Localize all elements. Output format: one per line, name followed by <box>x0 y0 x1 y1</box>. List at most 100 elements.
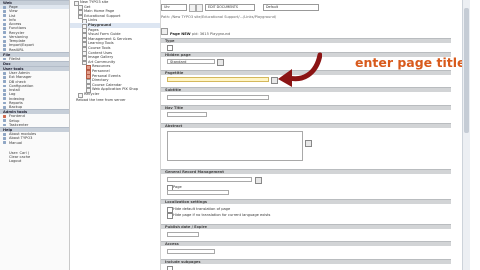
tree-node-label: Management & Services <box>88 36 132 41</box>
hide-no-translation-checkbox[interactable] <box>167 213 173 219</box>
save-icon[interactable] <box>189 4 196 12</box>
module-icon <box>3 18 6 22</box>
breadcrumb: Path: /New TYPO3 site/Educational Suppor… <box>161 15 277 19</box>
nav-item-label: Filelist <box>9 56 21 61</box>
close-icon[interactable] <box>196 4 203 12</box>
module-icon <box>3 39 6 43</box>
tree-node-label: Web Application PIX Shop <box>92 87 139 92</box>
module-icon <box>3 5 6 9</box>
include-subpages-checkbox[interactable] <box>167 266 173 270</box>
module-icon <box>3 22 6 26</box>
nav-item-label: Backup <box>9 105 23 109</box>
page-title: Page NEW pid: 3615 Playground <box>161 28 230 36</box>
hide-no-translation-label: Hide page if no translation for current … <box>173 213 271 217</box>
page-icon[interactable] <box>78 92 84 98</box>
page-icon <box>161 28 168 35</box>
page-title-prefix: Page NEW <box>170 32 191 36</box>
type-wizard-icon[interactable] <box>217 59 224 66</box>
nav-item[interactable]: RealURL <box>0 48 69 52</box>
vertical-scrollbar[interactable] <box>462 0 470 270</box>
nav-item[interactable]: Taskcenter <box>0 123 69 127</box>
tree-node-label: Playground <box>88 22 112 27</box>
subtitle-input[interactable] <box>167 95 269 100</box>
module-icon <box>3 71 6 75</box>
tree-node-label: Educational Support <box>84 13 121 18</box>
module-icon <box>3 35 6 39</box>
abstract-wizard-icon[interactable] <box>305 140 312 147</box>
general-wizard-icon[interactable] <box>255 177 262 184</box>
tree-node-label: Course Calendar <box>92 82 122 87</box>
page-select-value: Uhr <box>164 5 170 9</box>
annotation-arrow-icon <box>278 52 322 87</box>
module-icon <box>3 76 6 79</box>
tree-node-label: Visual Form Guide <box>88 32 121 37</box>
module-icon <box>3 137 6 140</box>
tree-node-label: Content Uses <box>88 50 113 55</box>
hide-default-label: Hide default translation of page <box>173 207 231 211</box>
tree-node[interactable]: Recycler <box>70 92 160 98</box>
tree-node-label: Learning Tools <box>88 41 114 46</box>
module-icon <box>3 101 6 105</box>
module-icon <box>3 97 6 101</box>
tree-node-label: Pages <box>88 27 99 32</box>
nav-item-label: RealURL <box>9 47 24 52</box>
tree-node-label: Resources <box>92 64 111 69</box>
mode-select-value: EDIT DOCUMENTS <box>208 5 239 9</box>
type-select-value: Standard <box>170 60 187 64</box>
section-access: Access <box>161 241 451 246</box>
module-icon <box>3 48 6 52</box>
publish-date-input[interactable] <box>167 232 199 237</box>
page-tree: New TYPO3 site Get Main Home Page Education… <box>70 0 161 270</box>
tree-node-label: Course Tools <box>88 45 111 50</box>
section-general: General Record Management <box>161 169 451 174</box>
module-icon <box>3 105 6 109</box>
tree-node-label: Directory <box>92 78 109 83</box>
nav-item-label: Taskcenter <box>9 122 29 127</box>
page-title-rest: pid: 3615 Playground <box>191 32 231 36</box>
module-icon <box>3 27 6 30</box>
module-icon <box>3 141 6 145</box>
type-select[interactable]: Standard <box>167 59 215 64</box>
module-icon <box>3 132 6 136</box>
nav-item-label: Manual <box>9 140 23 145</box>
section-navtitle: Nav Title <box>161 105 451 110</box>
module-menu: Web Page View List Info Access Functions Recycl… <box>0 0 70 270</box>
page-select[interactable]: Uhr <box>161 4 187 11</box>
nav-item[interactable]: Filelist <box>0 57 69 61</box>
module-icon <box>3 123 6 127</box>
nav-item[interactable]: Manual <box>0 141 69 145</box>
tree-node-label: Personnel <box>92 68 110 73</box>
page-checkbox-label: Page <box>173 185 182 189</box>
pagetitle-input[interactable] <box>167 77 269 82</box>
module-icon <box>3 80 6 84</box>
tree-node-label: New TYPO3 site <box>80 0 109 4</box>
module-icon <box>3 115 6 118</box>
navtitle-input[interactable] <box>167 112 207 117</box>
mode-select[interactable]: EDIT DOCUMENTS <box>205 4 255 11</box>
type-icon <box>167 45 173 51</box>
module-icon <box>3 88 6 92</box>
hide-default-checkbox[interactable] <box>167 207 173 213</box>
nav-footer-item[interactable]: Logout <box>0 159 69 163</box>
general-input-2[interactable] <box>167 190 229 195</box>
reload-tree-link[interactable]: Reload the tree from server <box>70 98 160 103</box>
access-select[interactable] <box>167 249 215 254</box>
annotation-text: enter page title <box>355 55 466 70</box>
docheader-toolbar: Uhr EDIT DOCUMENTS Default <box>161 4 451 12</box>
nav-item[interactable]: Backup <box>0 105 69 109</box>
tree-node-label: Get <box>84 4 91 9</box>
module-icon <box>3 14 6 18</box>
scrollbar-thumb[interactable] <box>464 8 469 133</box>
module-icon <box>3 10 6 13</box>
abstract-textarea[interactable] <box>167 131 303 161</box>
tree-node-label: Image Gallery <box>88 55 114 60</box>
language-select[interactable]: Default <box>263 4 319 11</box>
language-select-value: Default <box>266 5 279 9</box>
general-select[interactable] <box>167 177 252 182</box>
section-type: Type <box>161 38 451 43</box>
module-icon <box>3 119 6 123</box>
module-icon <box>3 84 6 88</box>
tree-node-label: Links <box>88 18 98 23</box>
module-icon <box>3 31 6 35</box>
section-include: Include subpages <box>161 259 451 264</box>
